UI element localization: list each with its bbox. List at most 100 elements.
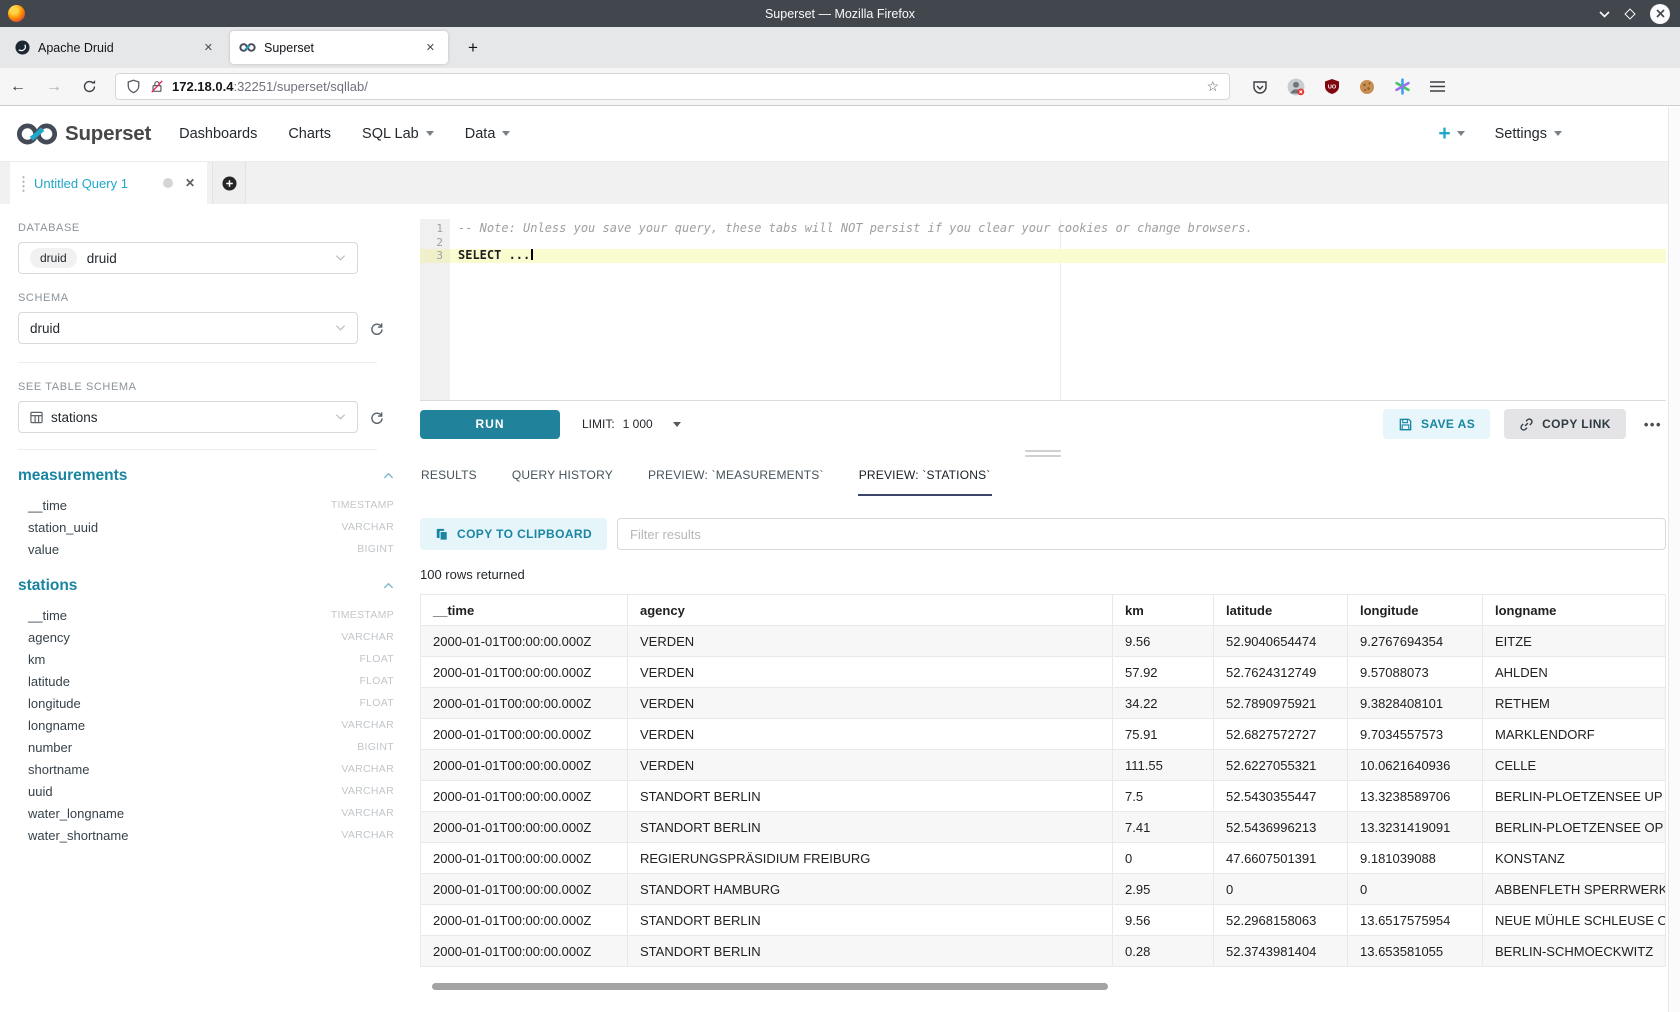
column-header[interactable]: longname <box>1483 595 1666 626</box>
column-header[interactable]: agency <box>628 595 1113 626</box>
column-type: VARCHAR <box>341 631 394 643</box>
nav-dashboards[interactable]: Dashboards <box>179 126 257 142</box>
collapse-toggle[interactable] <box>383 472 394 480</box>
refresh-schema-icon[interactable] <box>369 321 384 336</box>
tab-results[interactable]: RESULTS <box>420 461 478 496</box>
schema-column-row: water_shortnameVARCHAR <box>18 824 394 846</box>
cookie-icon[interactable] <box>1359 79 1375 95</box>
table-cell: 2000-01-01T00:00:00.000Z <box>421 781 628 812</box>
database-select[interactable]: druid druid <box>18 242 358 274</box>
browser-tab-druid[interactable]: Apache Druid ✕ <box>6 31 226 64</box>
schema-table-header[interactable]: stations <box>18 574 394 598</box>
nav-data[interactable]: Data <box>465 126 511 142</box>
add-new-button[interactable]: + <box>1438 123 1464 144</box>
collapse-icon[interactable] <box>383 582 394 590</box>
page-scrollbar[interactable] <box>1668 107 1680 1012</box>
nav-sql-lab[interactable]: SQL Lab <box>362 126 434 142</box>
drag-handle-icon[interactable] <box>22 175 25 192</box>
sql-editor[interactable]: 1-- Note: Unless you save your query, th… <box>420 219 1666 401</box>
more-menu-button[interactable]: ••• <box>1640 417 1666 432</box>
superset-logo[interactable]: Superset <box>16 122 151 146</box>
table-cell: BERLIN-SCHMOECKWITZ <box>1483 936 1666 967</box>
link-icon <box>1519 417 1534 432</box>
table-cell: BERLIN-PLOETZENSEE OP <box>1483 812 1666 843</box>
column-type: FLOAT <box>359 675 394 687</box>
query-tab-strip: Untitled Query 1 ✕ <box>0 162 1680 204</box>
horizontal-scrollbar[interactable] <box>420 983 1666 991</box>
refresh-table-icon[interactable] <box>369 410 384 425</box>
copy-link-button[interactable]: COPY LINK <box>1504 409 1626 439</box>
asterisk-extension-icon[interactable] <box>1394 78 1411 95</box>
table-row: 2000-01-01T00:00:00.000ZSTANDORT BERLIN9… <box>421 905 1666 936</box>
account-extension-icon[interactable] <box>1287 78 1305 96</box>
tab-close-icon[interactable]: ✕ <box>200 39 217 56</box>
back-button[interactable]: ← <box>0 78 36 96</box>
run-button[interactable]: RUN <box>420 410 560 439</box>
schema-column-row: __timeTIMESTAMP <box>18 604 394 626</box>
settings-menu[interactable]: Settings <box>1495 126 1562 142</box>
schema-select[interactable]: druid <box>18 312 358 344</box>
save-as-button[interactable]: SAVE AS <box>1383 409 1490 439</box>
copy-to-clipboard-button[interactable]: COPY TO CLIPBOARD <box>420 518 607 550</box>
table-cell: 2000-01-01T00:00:00.000Z <box>421 936 628 967</box>
schema-tables: measurements __timeTIMESTAMP station_uuid V… <box>18 464 395 846</box>
table-cell: 2000-01-01T00:00:00.000Z <box>421 843 628 874</box>
table-cell: 13.653581055 <box>1348 936 1483 967</box>
window-maximize-icon[interactable] <box>1624 8 1635 19</box>
column-header[interactable]: km <box>1113 595 1214 626</box>
nav-charts[interactable]: Charts <box>288 126 331 142</box>
column-header[interactable]: longitude <box>1348 595 1483 626</box>
table-cell: 34.22 <box>1113 688 1214 719</box>
new-tab-button[interactable]: + <box>458 36 488 60</box>
line-number: 1 <box>420 222 450 236</box>
column-header[interactable]: latitude <box>1214 595 1348 626</box>
ublock-icon[interactable]: UO <box>1324 78 1340 95</box>
table-cell: 2000-01-01T00:00:00.000Z <box>421 688 628 719</box>
menu-hamburger-icon[interactable] <box>1430 80 1445 93</box>
table-cell: 52.3743981404 <box>1214 936 1348 967</box>
schema-column-row: uuidVARCHAR <box>18 780 394 802</box>
collapse-icon[interactable] <box>383 472 394 480</box>
browser-tab-superset[interactable]: Superset ✕ <box>230 31 448 64</box>
line-code: SELECT ... <box>450 249 1666 263</box>
collapse-toggle[interactable] <box>383 582 394 590</box>
shield-icon[interactable] <box>126 79 141 94</box>
window-close-icon[interactable] <box>1650 4 1670 24</box>
tab-preview-measurements[interactable]: PREVIEW: `MEASUREMENTS` <box>647 461 825 496</box>
column-name: water_shortname <box>18 828 341 843</box>
tab-query-history[interactable]: QUERY HISTORY <box>511 461 614 496</box>
table-cell: STANDORT BERLIN <box>628 781 1113 812</box>
schema-column-row: agencyVARCHAR <box>18 626 394 648</box>
url-bar[interactable]: 172.18.0.4:32251/superset/sqllab/ ☆ <box>115 73 1230 100</box>
query-tab-close-icon[interactable]: ✕ <box>185 176 195 190</box>
window-minimize-icon[interactable] <box>1599 10 1610 18</box>
add-query-tab-button[interactable] <box>212 162 246 204</box>
table-value: stations <box>51 410 98 425</box>
forward-button[interactable]: → <box>36 78 72 96</box>
column-header[interactable]: __time <box>421 595 628 626</box>
divider <box>18 449 377 450</box>
url-text[interactable]: 172.18.0.4:32251/superset/sqllab/ <box>172 79 1198 94</box>
pocket-icon[interactable] <box>1252 79 1268 95</box>
filter-results-input[interactable] <box>617 518 1666 550</box>
editor-line: 3SELECT ... <box>420 249 1666 263</box>
query-tab-active[interactable]: Untitled Query 1 ✕ <box>10 162 207 204</box>
pane-resize-handle[interactable] <box>420 447 1666 459</box>
reload-button[interactable] <box>72 79 107 94</box>
bookmark-star-icon[interactable]: ☆ <box>1206 78 1219 95</box>
column-name: station_uuid <box>18 520 341 535</box>
scrollbar-thumb[interactable] <box>432 983 1108 990</box>
limit-control[interactable]: LIMIT: 1 000 <box>582 417 681 431</box>
url-path: :32251/superset/sqllab/ <box>233 79 367 94</box>
tab-close-icon[interactable]: ✕ <box>422 39 439 56</box>
insecure-lock-icon[interactable] <box>150 79 164 94</box>
schema-column-row: latitudeFLOAT <box>18 670 394 692</box>
schema-table-header[interactable]: measurements <box>18 464 394 488</box>
table-row: 2000-01-01T00:00:00.000ZVERDEN111.5552.6… <box>421 750 1666 781</box>
tab-preview-stations[interactable]: PREVIEW: `STATIONS` <box>858 461 992 496</box>
sqllab-sidebar: DATABASE druid druid SCHEMA druid <box>0 204 395 1010</box>
table-cell: 0 <box>1214 874 1348 905</box>
table-cell: 75.91 <box>1113 719 1214 750</box>
table-select[interactable]: stations <box>18 401 358 433</box>
browser-toolbar: ← → 172.18.0.4:32251/superset/sqllab/ ☆ … <box>0 68 1680 106</box>
